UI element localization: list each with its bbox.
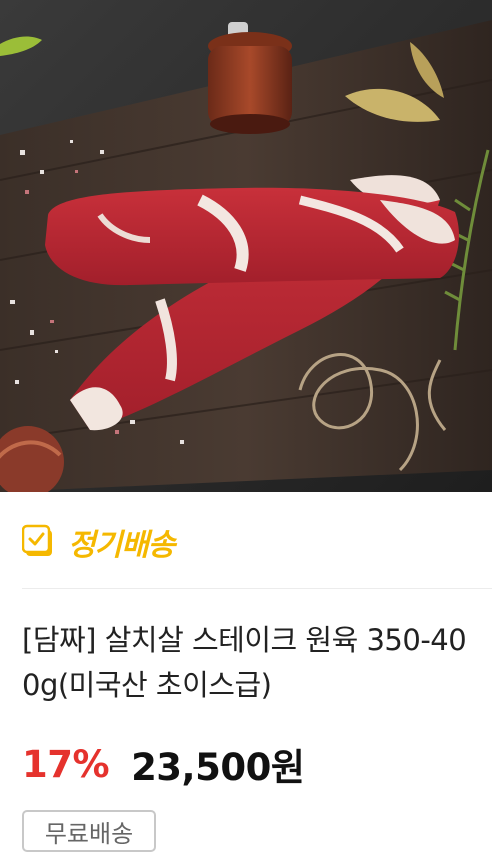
price-row: 17% 23,500원 [22,738,305,790]
pepper-mill-illustration [208,22,292,134]
calendar-check-icon [22,524,52,556]
discount-rate: 17% [22,742,110,786]
free-shipping-tag: 무료배송 [22,810,156,852]
product-image[interactable] [0,0,492,492]
product-title[interactable]: [담짜] 살치살 스테이크 원육 350-400g(미국산 초이스급) [22,618,467,708]
product-card[interactable]: 정기배송 [담짜] 살치살 스테이크 원육 350-400g(미국산 초이스급)… [0,0,492,862]
subscription-badge: 정기배송 [22,520,175,564]
sale-price: 23,500원 [131,746,305,789]
divider [22,588,492,589]
subscription-badge-label: 정기배송 [68,528,175,563]
steak-upper-illustration [45,187,460,286]
